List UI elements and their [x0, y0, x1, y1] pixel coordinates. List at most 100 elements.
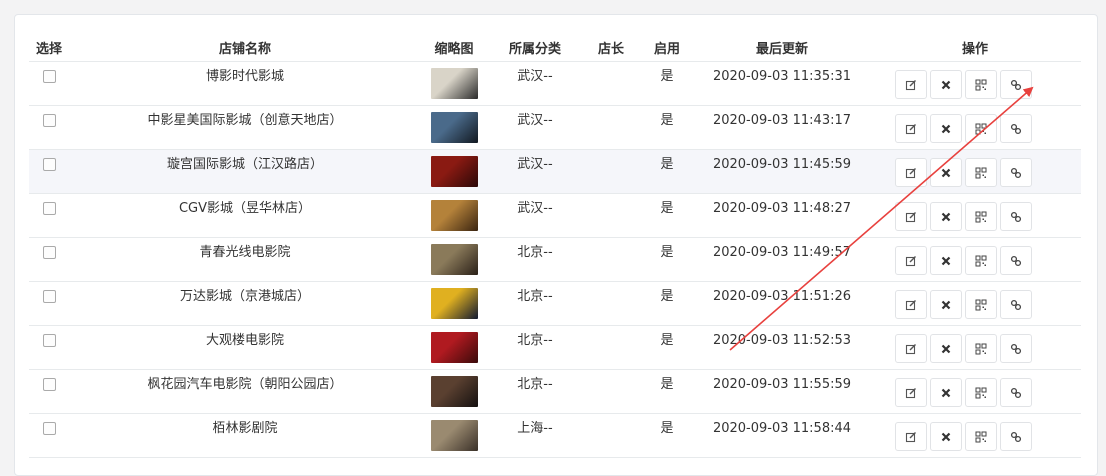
qrcode-button[interactable] — [965, 114, 997, 143]
shop-category: 武汉-- — [517, 157, 553, 172]
delete-button[interactable] — [930, 290, 962, 319]
delete-button[interactable] — [930, 202, 962, 231]
row-checkbox[interactable] — [42, 70, 56, 83]
shop-name: 枫花园汽车电影院（朝阳公园店） — [147, 377, 343, 392]
qrcode-icon — [975, 123, 987, 135]
link-icon — [1010, 167, 1022, 179]
edit-button[interactable] — [895, 246, 927, 275]
shop-manager — [583, 282, 639, 288]
edit-button[interactable] — [895, 378, 927, 407]
row-actions — [869, 326, 1081, 363]
shop-enabled: 是 — [660, 289, 674, 304]
delete-button[interactable] — [930, 114, 962, 143]
edit-icon — [905, 431, 917, 443]
shop-enabled: 是 — [660, 245, 674, 260]
delete-button[interactable] — [930, 334, 962, 363]
link-button[interactable] — [1000, 334, 1032, 363]
row-actions — [869, 414, 1081, 451]
qrcode-button[interactable] — [965, 290, 997, 319]
shop-category: 武汉-- — [517, 113, 553, 128]
link-button[interactable] — [1000, 290, 1032, 319]
shop-thumbnail — [430, 332, 478, 363]
shop-enabled: 是 — [660, 157, 674, 172]
row-actions — [869, 62, 1081, 99]
delete-icon — [940, 211, 952, 223]
header-manager: 店长 — [583, 33, 639, 62]
row-checkbox[interactable] — [42, 334, 56, 347]
qrcode-icon — [975, 211, 987, 223]
qrcode-icon — [975, 431, 987, 443]
header-thumbnail: 缩略图 — [421, 33, 487, 62]
shop-name: 大观楼电影院 — [205, 333, 284, 348]
qrcode-icon — [975, 255, 987, 267]
shop-last-updated: 2020-09-03 11:49:57 — [712, 245, 852, 260]
edit-button[interactable] — [895, 114, 927, 143]
edit-button[interactable] — [895, 422, 927, 451]
row-actions — [869, 150, 1081, 187]
edit-icon — [905, 79, 917, 91]
header-enabled: 启用 — [639, 33, 695, 62]
shop-manager — [583, 106, 639, 112]
shop-thumbnail — [430, 156, 478, 187]
edit-button[interactable] — [895, 202, 927, 231]
delete-button[interactable] — [930, 158, 962, 187]
shop-name: CGV影城（昱华林店） — [178, 201, 312, 216]
link-button[interactable] — [1000, 114, 1032, 143]
delete-icon — [940, 431, 952, 443]
shop-thumbnail — [430, 244, 478, 275]
header-category: 所属分类 — [487, 33, 583, 62]
row-checkbox[interactable] — [42, 202, 56, 215]
delete-icon — [940, 343, 952, 355]
qrcode-button[interactable] — [965, 334, 997, 363]
row-checkbox[interactable] — [42, 246, 56, 259]
qrcode-button[interactable] — [965, 70, 997, 99]
delete-icon — [940, 255, 952, 267]
shop-manager — [583, 62, 639, 68]
row-actions — [869, 106, 1081, 143]
shop-thumbnail — [430, 288, 478, 319]
row-checkbox[interactable] — [42, 378, 56, 391]
row-checkbox[interactable] — [42, 422, 56, 435]
edit-button[interactable] — [895, 290, 927, 319]
delete-button[interactable] — [930, 422, 962, 451]
delete-icon — [940, 167, 952, 179]
qrcode-button[interactable] — [965, 422, 997, 451]
link-icon — [1010, 343, 1022, 355]
qrcode-button[interactable] — [965, 378, 997, 407]
delete-button[interactable] — [930, 378, 962, 407]
link-button[interactable] — [1000, 202, 1032, 231]
row-actions — [869, 282, 1081, 319]
qrcode-button[interactable] — [965, 202, 997, 231]
table-row: 万达影城（京港城店） 北京-- 是 2020-09-03 11:51:26 — [29, 281, 1081, 326]
edit-icon — [905, 343, 917, 355]
link-icon — [1010, 211, 1022, 223]
link-button[interactable] — [1000, 70, 1032, 99]
edit-button[interactable] — [895, 334, 927, 363]
shop-manager — [583, 326, 639, 332]
header-shop-name: 店铺名称 — [69, 33, 421, 62]
shop-last-updated: 2020-09-03 11:55:59 — [712, 377, 852, 392]
header-select: 选择 — [29, 33, 69, 62]
shop-name: 中影星美国际影城（创意天地店） — [147, 113, 343, 128]
shop-category: 武汉-- — [517, 201, 553, 216]
row-checkbox[interactable] — [42, 158, 56, 171]
edit-button[interactable] — [895, 70, 927, 99]
row-checkbox[interactable] — [42, 114, 56, 127]
shop-enabled: 是 — [660, 113, 674, 128]
table-row: 枫花园汽车电影院（朝阳公园店） 北京-- 是 2020-09-03 11:55:59 — [29, 369, 1081, 414]
edit-button[interactable] — [895, 158, 927, 187]
qrcode-button[interactable] — [965, 246, 997, 275]
shop-category: 北京-- — [517, 333, 553, 348]
link-button[interactable] — [1000, 158, 1032, 187]
shop-thumbnail — [430, 200, 478, 231]
link-button[interactable] — [1000, 246, 1032, 275]
row-actions — [869, 370, 1081, 407]
link-button[interactable] — [1000, 378, 1032, 407]
shop-manager — [583, 370, 639, 376]
shop-name: 博影时代影城 — [205, 69, 284, 84]
delete-button[interactable] — [930, 70, 962, 99]
qrcode-button[interactable] — [965, 158, 997, 187]
delete-button[interactable] — [930, 246, 962, 275]
row-checkbox[interactable] — [42, 290, 56, 303]
link-button[interactable] — [1000, 422, 1032, 451]
